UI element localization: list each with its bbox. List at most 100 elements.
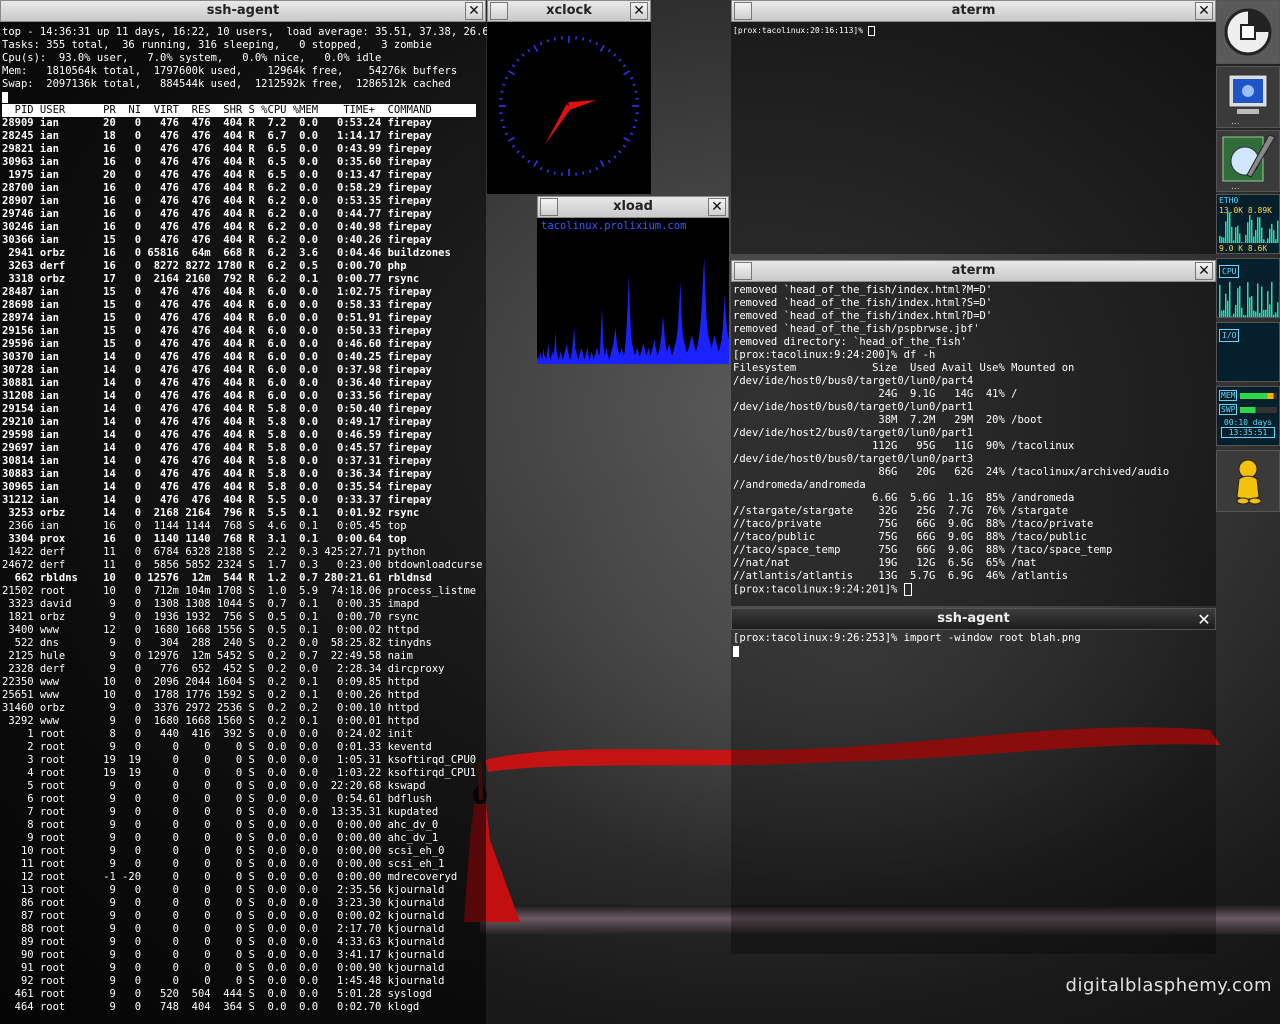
text-cursor — [867, 25, 875, 36]
process-row: 31460 orbz 9 0 3376 2972 2536 S 0.2 0.2 … — [2, 702, 420, 714]
dock-terminal[interactable]: ... — [1216, 66, 1280, 128]
eth-label: ETH0 — [1219, 196, 1239, 205]
graph-bar — [1255, 311, 1257, 317]
process-row: 30246 ian 16 0 476 476 404 R 6.2 0.0 0:4… — [2, 221, 432, 233]
ssh-agent-output[interactable]: [prox:tacolinux:9:26:253]% import -windo… — [731, 630, 1216, 954]
xload-titlebar[interactable]: xload ✕ — [537, 196, 729, 218]
process-row: 12 root -1 -20 0 0 0 S 0.0 0.0 0:00.00 m… — [2, 871, 458, 883]
ssh-agent-window[interactable]: ssh-agent ✕ [prox:tacolinux:9:26:253]% i… — [731, 608, 1216, 954]
graph-bar — [1247, 282, 1249, 317]
close-icon[interactable]: ✕ — [1195, 262, 1213, 280]
aterm-output[interactable]: [prox:tacolinux:20:16:113]% — [731, 22, 1216, 254]
clock-tick — [500, 119, 504, 122]
xclock-titlebar[interactable]: xclock ✕ — [487, 0, 651, 22]
clock-tick — [521, 155, 525, 159]
dock-graphics-app[interactable]: ... — [1216, 130, 1280, 192]
xclock-window[interactable]: xclock ✕ — [487, 0, 651, 194]
graph-bar — [1267, 291, 1269, 317]
close-icon[interactable]: ✕ — [1195, 2, 1213, 20]
process-row: 25651 www 10 0 1788 1776 1592 S 0.2 0.1 … — [2, 689, 420, 701]
process-row: 30814 ian 14 0 476 476 404 R 5.8 0.0 0:3… — [2, 455, 432, 467]
clock-tick — [539, 41, 543, 46]
process-row: 21502 root 10 0 712m 104m 1708 S 1.0 5.9… — [2, 585, 477, 597]
close-icon[interactable]: ✕ — [630, 2, 648, 20]
window-menu-icon[interactable] — [540, 198, 558, 216]
process-row: 5 root 9 0 0 0 0 S 0.0 0.0 22:20.68 kswa… — [2, 780, 426, 792]
window-menu-icon[interactable] — [734, 2, 752, 20]
close-icon[interactable]: ✕ — [708, 198, 726, 216]
aterm-titlebar[interactable]: aterm ✕ — [731, 260, 1216, 282]
clock-tick — [511, 144, 516, 148]
clock-tick — [546, 39, 550, 43]
window-menu-icon[interactable] — [490, 2, 508, 20]
graph-bar — [1259, 312, 1261, 317]
dock-io-monitor: I/O — [1216, 322, 1280, 382]
load-graph: tacolinux.prolixium.com — [537, 218, 729, 364]
clock-tick — [533, 160, 539, 167]
graph-bar — [1221, 310, 1223, 317]
clock-tick — [595, 41, 599, 46]
graph-bar — [1223, 309, 1225, 317]
ssh-agent-titlebar[interactable]: ssh-agent ✕ — [731, 608, 1216, 630]
clock-tick — [607, 48, 611, 53]
graph-bar — [1267, 238, 1269, 243]
graph-bar — [1231, 226, 1233, 243]
clock-tick — [588, 169, 592, 173]
process-row: 30366 ian 15 0 476 476 404 R 6.2 0.0 0:4… — [2, 234, 432, 246]
monitor-icon: ... — [1228, 74, 1268, 127]
clock-tick — [599, 45, 605, 52]
mem-row: MEM — [1219, 390, 1277, 401]
aterm-output[interactable]: removed `head_of_the_fish/index.html?M=D… — [731, 282, 1216, 606]
process-row: 89 root 9 0 0 0 0 S 0.0 0.0 4:33.63 kjou… — [2, 936, 445, 948]
paint-brush-icon: ... — [1222, 134, 1276, 192]
terminal-line: Filesystem Size Used Avail Use% Mounted … — [733, 362, 1075, 374]
clock-tick — [516, 150, 520, 154]
process-row: 3253 orbz 14 0 2168 2164 796 R 5.5 0.1 0… — [2, 507, 420, 519]
aterm-titlebar[interactable]: aterm ✕ — [731, 0, 1216, 22]
close-icon[interactable]: ✕ — [465, 2, 483, 20]
graph-bar — [1265, 309, 1267, 317]
xload-window[interactable]: xload ✕ tacolinux.prolixium.com — [537, 196, 729, 364]
clock-tick — [613, 53, 617, 57]
process-row: 2366 ian 16 0 1144 1144 768 S 4.6 0.1 0:… — [2, 520, 407, 532]
graph-bar — [1233, 240, 1235, 243]
window-title: aterm — [951, 263, 996, 278]
terminal-line: //atlantis/atlantis 13G 5.7G 6.9G 46% /a… — [733, 570, 1069, 582]
graph-bar — [1263, 309, 1265, 317]
network-graph — [1219, 210, 1279, 243]
window-title: xload — [613, 199, 653, 214]
graph-bar — [1243, 314, 1245, 317]
terminal-line: 112G 95G 11G 90% /tacolinux — [733, 440, 1075, 452]
uptime-clock: 13:35:51 — [1221, 427, 1275, 438]
terminal-line: /dev/ide/host0/bus0/target0/lun0/part4 — [733, 375, 974, 387]
aterm-window-2[interactable]: aterm ✕ removed `head_of_the_fish/index.… — [731, 260, 1216, 606]
graph-bar — [1265, 242, 1267, 243]
process-row: 30883 ian 14 0 476 476 404 R 5.8 0.0 0:3… — [2, 468, 432, 480]
top-summary-line: Swap: 2097136k total, 884544k used, 1212… — [2, 78, 451, 90]
aterm-window-1[interactable]: aterm ✕ [prox:tacolinux:20:16:113]% — [731, 0, 1216, 254]
window-menu-icon[interactable] — [734, 262, 752, 280]
process-row: 28700 ian 16 0 476 476 404 R 6.2 0.0 0:5… — [2, 182, 432, 194]
top-titlebar[interactable]: ssh-agent ✕ — [0, 0, 486, 22]
terminal-line: 6.6G 5.6G 1.1G 85% /andromeda — [733, 492, 1075, 504]
close-icon[interactable]: ✕ — [1195, 610, 1213, 629]
clock-tick — [500, 90, 504, 93]
window-title: ssh-agent — [937, 611, 1010, 626]
cursor-line — [733, 645, 1214, 658]
graph-bar — [1257, 283, 1259, 317]
top-terminal-window[interactable]: ssh-agent ✕ top - 14:36:31 up 11 days, 1… — [0, 0, 495, 1024]
terminal-line: /dev/ide/host0/bus0/target0/lun0/part1 — [733, 401, 974, 413]
top-output[interactable]: top - 14:36:31 up 11 days, 16:22, 10 use… — [0, 22, 495, 1024]
clock-face — [487, 22, 651, 194]
dock-cpu-monitor: CPU — [1216, 258, 1280, 318]
process-row: 1975 ian 20 0 476 476 404 R 6.5 0.0 0:13… — [2, 169, 432, 181]
dock-app-logo[interactable] — [1216, 0, 1280, 64]
clock-tick — [511, 64, 516, 68]
window-manager-icon — [1224, 8, 1272, 56]
terminal-line: //nat/nat 19G 12G 6.5G 65% /nat — [733, 557, 1037, 569]
terminal-line: //stargate/stargate 32G 25G 7.7G 76% /st… — [733, 505, 1069, 517]
process-row: 2125 hule 9 0 12976 12m 5452 S 0.2 0.7 2… — [2, 650, 413, 662]
graph-bar — [1221, 236, 1223, 243]
dock-chat-client[interactable] — [1216, 450, 1280, 512]
graph-bar — [1269, 228, 1271, 243]
